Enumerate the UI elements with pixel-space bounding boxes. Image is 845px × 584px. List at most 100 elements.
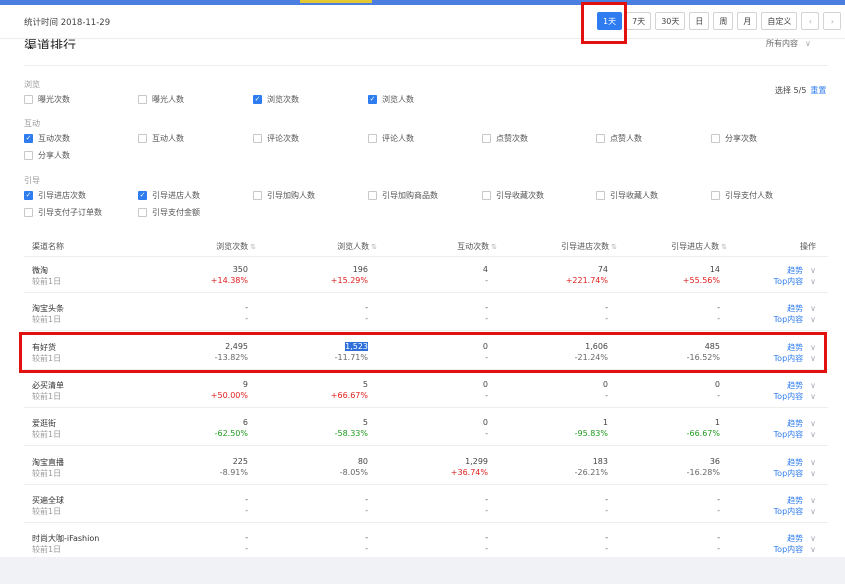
metric-checkbox[interactable]: 引导支付人数 xyxy=(711,190,773,201)
metric-checkbox[interactable]: ✓ 互动次数 xyxy=(24,133,70,144)
column-header-sortable[interactable]: 互动次数 ⇅ xyxy=(457,241,497,252)
top-content-link[interactable]: Top内容 ∨ xyxy=(774,544,816,555)
prev-date-button[interactable]: ‹ xyxy=(801,12,820,30)
top-content-link[interactable]: Top内容 ∨ xyxy=(774,429,816,440)
metric-value: 74 xyxy=(598,265,608,274)
chevron-down-icon: ∨ xyxy=(810,506,816,516)
content-filter-select[interactable]: 所有内容 ∨ xyxy=(766,38,811,49)
chevron-down-icon: ∨ xyxy=(805,39,811,48)
metric-checkbox[interactable]: 曝光次数 xyxy=(24,94,70,105)
range-month-button[interactable]: 月 xyxy=(737,12,758,30)
metric-change: - xyxy=(605,314,608,324)
metric-checkbox[interactable]: 引导收藏次数 xyxy=(482,190,544,201)
sort-icon: ⇅ xyxy=(250,243,256,251)
metric-checkbox[interactable]: 评论人数 xyxy=(368,133,414,144)
metric-value-text: 350 xyxy=(232,265,248,274)
range-day-button[interactable]: 日 xyxy=(689,12,710,30)
metric-change: - xyxy=(717,544,720,554)
metric-checkbox[interactable]: 引导加购人数 xyxy=(253,190,315,201)
metric-checkbox[interactable]: 评论次数 xyxy=(253,133,299,144)
checkbox-icon xyxy=(596,134,605,143)
metric-value-text: - xyxy=(717,533,720,543)
metric-label: 分享人数 xyxy=(38,151,70,160)
metric-value: 225 xyxy=(233,457,248,466)
checkbox-icon xyxy=(24,95,33,104)
metric-checkbox[interactable]: 互动人数 xyxy=(138,133,184,144)
metric-checkbox[interactable]: 分享人数 xyxy=(24,150,70,161)
metric-checkbox[interactable]: 引导支付子订单数 xyxy=(24,207,102,218)
annotation-box-range xyxy=(581,2,627,44)
checkbox-icon xyxy=(138,208,147,217)
column-header-sortable[interactable]: 浏览次数 ⇅ xyxy=(216,241,256,252)
metric-label: 引导支付子订单数 xyxy=(38,208,102,217)
trend-link[interactable]: 趋势 ∨ xyxy=(787,495,816,506)
metric-checkbox[interactable]: 点赞次数 xyxy=(482,133,528,144)
column-header-sortable[interactable]: 引导进店次数 ⇅ xyxy=(561,241,617,252)
metric-value-text: - xyxy=(605,533,608,543)
reset-link[interactable]: 重置 xyxy=(810,86,826,95)
metric-value: - xyxy=(245,303,248,312)
next-date-button[interactable]: › xyxy=(823,12,842,30)
chevron-down-icon: ∨ xyxy=(810,391,816,401)
top-content-link[interactable]: Top内容 ∨ xyxy=(774,314,816,325)
metric-checkbox[interactable]: ✓ 引导进店人数 xyxy=(138,190,200,201)
metric-value: 4 xyxy=(483,265,488,274)
metric-checkbox[interactable]: ✓ 引导进店次数 xyxy=(24,190,86,201)
compare-label: 较前1日 xyxy=(32,506,62,516)
metric-label: 点赞人数 xyxy=(610,134,642,143)
metric-change: - xyxy=(717,505,720,515)
metric-value: 350 xyxy=(233,265,248,274)
top-content-link[interactable]: Top内容 ∨ xyxy=(774,468,816,479)
trend-link[interactable]: 趋势 ∨ xyxy=(787,380,816,391)
trend-link[interactable]: 趋势 ∨ xyxy=(787,457,816,468)
range-30day-button[interactable]: 30天 xyxy=(655,12,686,30)
top-content-link[interactable]: Top内容 ∨ xyxy=(774,276,816,287)
metric-value-text: 5 xyxy=(362,418,368,428)
range-custom-button[interactable]: 自定义 xyxy=(761,12,798,30)
date-range-group: 1天 7天 30天 日 周 月 自定义 ‹ › xyxy=(597,12,842,30)
compare-label: 较前1日 xyxy=(32,391,62,401)
metric-label: 曝光人数 xyxy=(152,95,184,104)
column-header-sortable[interactable]: 浏览人数 ⇅ xyxy=(337,241,377,252)
metric-change: +55.56% xyxy=(682,276,720,285)
metric-change: - xyxy=(605,390,608,400)
column-header-sortable[interactable]: 引导进店人数 ⇅ xyxy=(671,241,727,252)
top-content-link[interactable]: Top内容 ∨ xyxy=(774,506,816,517)
metric-value-text: - xyxy=(245,533,248,543)
range-7day-button[interactable]: 7天 xyxy=(626,12,652,30)
metric-value-text: 14 xyxy=(709,265,720,274)
metric-label: 点赞次数 xyxy=(496,134,528,143)
trend-link[interactable]: 趋势 ∨ xyxy=(787,533,816,544)
metric-checkbox[interactable]: ✓ 浏览人数 xyxy=(368,94,414,105)
trend-link[interactable]: 趋势 ∨ xyxy=(787,418,816,429)
section-title: 渠道排行 xyxy=(24,39,77,49)
metric-checkbox[interactable]: 引导加购商品数 xyxy=(368,190,438,201)
metric-checkbox[interactable]: 曝光人数 xyxy=(138,94,184,105)
trend-link[interactable]: 趋势 ∨ xyxy=(787,265,816,276)
chevron-down-icon: ∨ xyxy=(810,304,816,314)
metric-checkbox[interactable]: 引导支付金额 xyxy=(138,207,200,218)
metric-value-text: 1 xyxy=(714,418,720,428)
metric-checkbox[interactable]: 引导收藏人数 xyxy=(596,190,658,201)
range-week-button[interactable]: 周 xyxy=(713,12,734,30)
metric-label: 浏览次数 xyxy=(267,95,299,104)
metric-checkbox[interactable]: 分享次数 xyxy=(711,133,757,144)
top-content-label: Top内容 xyxy=(773,391,804,401)
metric-change: - xyxy=(717,390,720,400)
top-content-link[interactable]: Top内容 ∨ xyxy=(774,391,816,402)
top-accent-highlight xyxy=(300,0,372,3)
metric-label: 引导收藏人数 xyxy=(610,191,658,200)
trend-label: 趋势 xyxy=(787,266,804,275)
checkbox-icon xyxy=(482,191,491,200)
content-filter-value: 所有内容 xyxy=(766,39,798,48)
trend-label: 趋势 xyxy=(787,304,804,314)
metric-checkbox[interactable]: 点赞人数 xyxy=(596,133,642,144)
metric-label: 评论次数 xyxy=(267,134,299,143)
metric-change: -26.21% xyxy=(574,467,608,477)
metric-value-text: 1,299 xyxy=(465,456,488,466)
metric-value: 1 xyxy=(603,418,608,427)
metric-checkbox[interactable]: ✓ 浏览次数 xyxy=(253,94,299,105)
metric-change: -62.50% xyxy=(214,429,248,439)
trend-link[interactable]: 趋势 ∨ xyxy=(787,303,816,314)
table-row-divider xyxy=(24,406,828,408)
